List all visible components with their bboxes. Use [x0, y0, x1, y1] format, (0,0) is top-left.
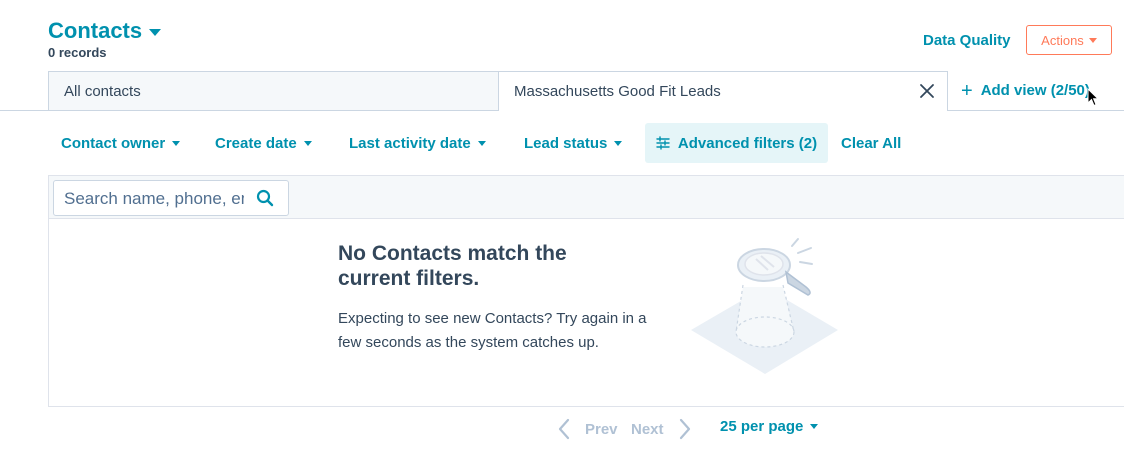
- per-page-dropdown[interactable]: 25 per page: [720, 418, 819, 435]
- tab-all-contacts[interactable]: All contacts: [48, 71, 499, 110]
- actions-button-label: Actions: [1041, 32, 1084, 48]
- tab-label: Massachusetts Good Fit Leads: [514, 83, 721, 100]
- clear-all-link[interactable]: Clear All: [841, 135, 901, 152]
- add-view-button[interactable]: + Add view (2/50): [961, 79, 1090, 102]
- filter-create-date[interactable]: Create date: [215, 135, 312, 152]
- filter-label: Last activity date: [349, 135, 471, 152]
- caret-down-icon: [172, 141, 181, 146]
- tab-label: All contacts: [64, 82, 141, 100]
- prev-label: Prev: [585, 420, 618, 438]
- next-page-button[interactable]: Next: [631, 418, 692, 440]
- chevron-right-icon: [679, 418, 690, 440]
- close-icon[interactable]: [919, 83, 935, 99]
- filter-label: Lead status: [524, 135, 608, 152]
- add-view-label: Add view (2/50): [980, 82, 1090, 99]
- search-icon[interactable]: [256, 189, 274, 212]
- caret-down-icon: [1088, 37, 1097, 43]
- caret-down-icon: [614, 141, 623, 146]
- record-count: 0 records: [48, 45, 107, 60]
- next-label: Next: [631, 420, 664, 438]
- actions-button[interactable]: Actions: [1026, 25, 1112, 55]
- mouse-cursor-icon: [1087, 87, 1100, 112]
- caret-down-icon: [477, 141, 486, 146]
- advanced-filters-button[interactable]: Advanced filters (2): [645, 123, 828, 163]
- page-title: Contacts: [48, 18, 143, 43]
- plus-icon: +: [961, 79, 973, 102]
- caret-down-icon: [810, 424, 819, 429]
- page-title-dropdown[interactable]: Contacts: [48, 18, 162, 44]
- search-box: [53, 180, 289, 216]
- prev-page-button[interactable]: Prev: [557, 418, 618, 440]
- tab-massachusetts-good-fit-leads[interactable]: Massachusetts Good Fit Leads: [498, 71, 948, 111]
- data-quality-link[interactable]: Data Quality: [923, 32, 1011, 49]
- caret-down-icon: [303, 141, 312, 146]
- filter-lead-status[interactable]: Lead status: [524, 135, 623, 152]
- empty-state-title: No Contacts match the current filters.: [338, 242, 567, 290]
- empty-state-description: Expecting to see new Contacts? Try again…: [338, 310, 647, 351]
- filter-label: Create date: [215, 135, 297, 152]
- magnifying-glass-illustration-icon: [688, 237, 843, 382]
- chevron-left-icon: [558, 418, 570, 440]
- search-input[interactable]: [64, 189, 244, 209]
- caret-down-icon: [149, 28, 162, 36]
- per-page-label: 25 per page: [720, 418, 804, 435]
- sliders-icon: [656, 136, 670, 150]
- advanced-filters-label: Advanced filters (2): [677, 134, 818, 152]
- filter-label: Contact owner: [61, 135, 166, 152]
- filter-contact-owner[interactable]: Contact owner: [61, 135, 181, 152]
- filter-last-activity-date[interactable]: Last activity date: [349, 135, 486, 152]
